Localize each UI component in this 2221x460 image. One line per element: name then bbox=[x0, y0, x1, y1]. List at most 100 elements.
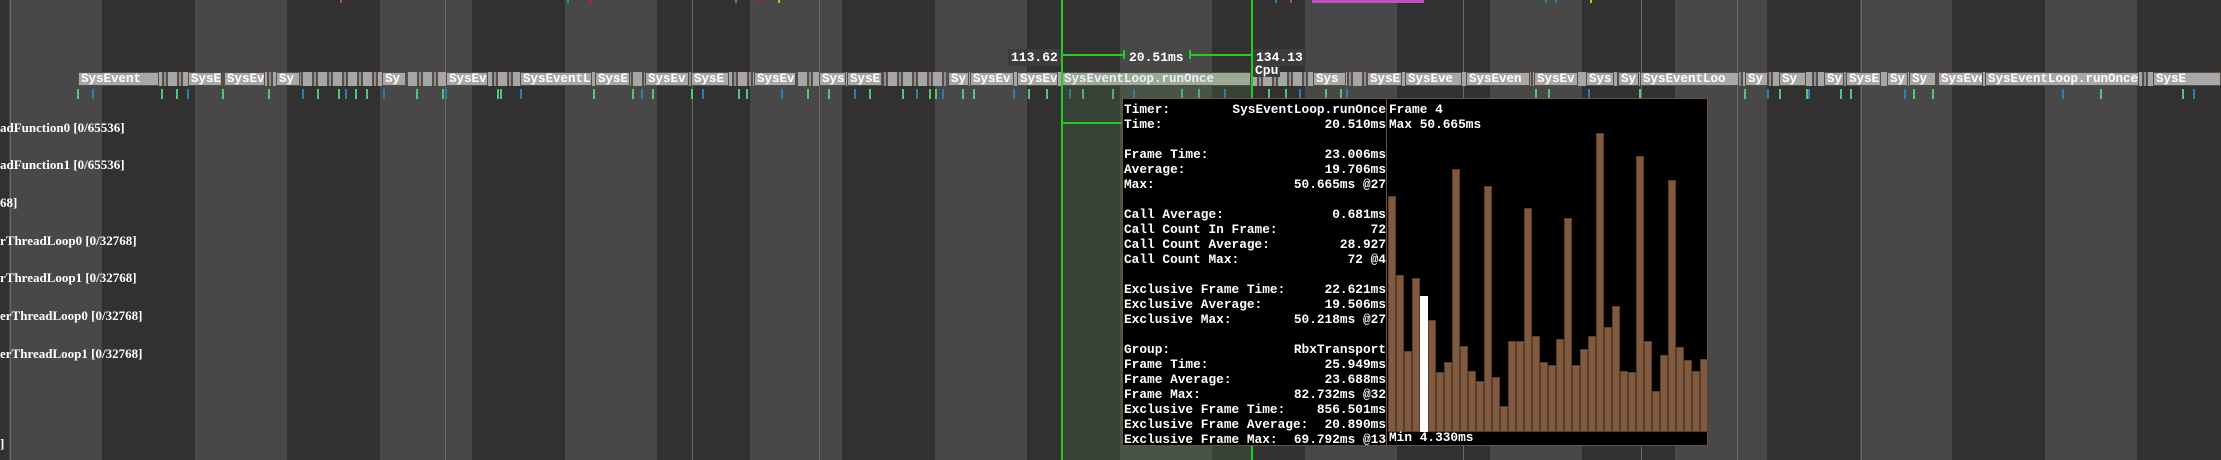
timeline-tick bbox=[828, 89, 830, 99]
tooltip-row: Frame Average: 23.688ms bbox=[1123, 372, 1386, 387]
timeline-block[interactable]: Sy bbox=[1618, 72, 1639, 86]
top-marker bbox=[1545, 0, 1547, 3]
timeline-block[interactable]: SysE bbox=[1367, 72, 1402, 86]
timeline-tick bbox=[345, 89, 347, 99]
tooltip-row: Call Average: 0.681ms bbox=[1123, 207, 1386, 222]
timeline-tick bbox=[176, 89, 178, 99]
tooltip-row: Exclusive Max: 50.218ms @27 bbox=[1123, 312, 1386, 327]
histogram-bar bbox=[1500, 406, 1508, 432]
timeline-block[interactable]: Sys bbox=[819, 72, 846, 86]
timeline-block[interactable]: SysEventLoop.runOnce bbox=[1985, 72, 2139, 86]
histogram-bar bbox=[1516, 341, 1524, 432]
histogram-bar bbox=[1524, 207, 1532, 432]
histogram-bar bbox=[1428, 320, 1436, 432]
timeline-block[interactable]: SysEve bbox=[1405, 72, 1462, 86]
timeline-block[interactable]: Sy bbox=[1824, 72, 1844, 86]
thread-label: ] bbox=[0, 436, 5, 451]
tooltip-row: Exclusive Frame Time: 856.501ms bbox=[1123, 402, 1386, 417]
timeline-tick bbox=[1046, 89, 1048, 99]
histogram-bar bbox=[1452, 168, 1460, 432]
timeline-block[interactable]: SysEventLoo bbox=[1640, 72, 1739, 86]
timeline-block[interactable]: Sy bbox=[948, 72, 969, 86]
timeline-block[interactable]: Sy bbox=[1887, 72, 1908, 86]
timeline-tick bbox=[2182, 89, 2184, 99]
histogram-bar bbox=[1636, 156, 1644, 432]
timeline-block[interactable]: Sy bbox=[276, 72, 300, 86]
selection-start-line[interactable] bbox=[1061, 0, 1063, 460]
timeline-block[interactable]: SysEv bbox=[446, 72, 488, 86]
tooltip-row: Frame Max: 82.732ms @32 bbox=[1123, 387, 1386, 402]
timeline-tick bbox=[1744, 89, 1746, 99]
selection-start-label: 113.62 bbox=[1008, 49, 1061, 66]
timeline-block[interactable]: SysEv bbox=[754, 72, 796, 86]
frame-separator-line bbox=[819, 0, 820, 460]
timeline-block[interactable]: SysEventL bbox=[520, 72, 592, 86]
timeline-block[interactable]: SysE bbox=[1846, 72, 1881, 86]
timeline-tick bbox=[268, 89, 270, 99]
timeline-block[interactable]: Sy bbox=[382, 72, 406, 86]
timeline-block[interactable]: SysEve bbox=[1938, 72, 1983, 86]
timeline-block[interactable]: SysEv bbox=[645, 72, 689, 86]
timeline-tick bbox=[854, 89, 856, 99]
tooltip-row-value: 72 @4 bbox=[1347, 252, 1386, 267]
thread-label: adFunction1 [0/65536] bbox=[0, 157, 125, 172]
tooltip-row bbox=[1123, 267, 1386, 282]
tooltip-row-value: 23.006ms bbox=[1324, 147, 1386, 162]
timeline-block[interactable]: SysEv bbox=[1017, 72, 1058, 86]
tooltip-row-label: Average: bbox=[1124, 162, 1186, 177]
tooltip-row-value: 22.621ms bbox=[1324, 282, 1386, 297]
tooltip-row: Time: 20.510ms bbox=[1123, 117, 1386, 132]
tooltip-row-label: Exclusive Frame Average: bbox=[1124, 417, 1309, 432]
timeline-tick bbox=[416, 89, 418, 99]
histogram-bar bbox=[1540, 361, 1548, 432]
timeline-tick bbox=[222, 89, 224, 99]
timeline-block[interactable]: SysEven bbox=[1466, 72, 1530, 86]
timeline-block[interactable]: Sy bbox=[1909, 72, 1936, 86]
frame-separator-line bbox=[445, 0, 446, 460]
timeline-tick bbox=[161, 89, 163, 99]
timeline-block[interactable]: SysE bbox=[2153, 72, 2221, 86]
tooltip-row-label: Exclusive Frame Time: bbox=[1124, 402, 1286, 417]
selection-duration-label: 20.51ms bbox=[1129, 50, 1184, 65]
timeline-tick bbox=[1779, 89, 1781, 99]
timeline-block[interactable]: SysE bbox=[595, 72, 630, 86]
timeline-tick bbox=[652, 89, 654, 99]
tooltip-row-value: 50.665ms @27 bbox=[1293, 177, 1386, 192]
tooltip-row-label: Exclusive Max: bbox=[1124, 312, 1232, 327]
top-marker bbox=[1590, 0, 1592, 3]
timeline-tick bbox=[929, 89, 931, 99]
timeline-block[interactable]: SysE bbox=[188, 72, 222, 86]
top-marker bbox=[1290, 0, 1292, 3]
top-marker bbox=[1275, 0, 1277, 3]
timeline-block[interactable]: SysE bbox=[847, 72, 882, 86]
timeline-block[interactable]: SysEv bbox=[970, 72, 1014, 86]
tooltip-row-value: 25.949ms bbox=[1324, 357, 1386, 372]
timeline-block[interactable]: Sys bbox=[1586, 72, 1614, 86]
timer-tooltip: Timer: SysEventLoop.runOnce Time: 20.510ms F… bbox=[1122, 98, 1708, 447]
histogram-bar bbox=[1444, 362, 1452, 432]
timeline-tick bbox=[641, 89, 643, 99]
tooltip-row-label: Exclusive Frame Time: bbox=[1124, 282, 1286, 297]
timeline-block[interactable]: SysEventLoop.runOnce bbox=[1061, 72, 1251, 86]
timeline-tick bbox=[77, 89, 79, 99]
top-marker bbox=[778, 0, 780, 3]
timeline-block[interactable]: SysEv bbox=[1534, 72, 1578, 86]
timeline-block[interactable]: SysEv bbox=[224, 72, 265, 86]
tooltip-stats: Timer: SysEventLoop.runOnce Time: 20.510ms F… bbox=[1123, 99, 1387, 447]
timeline-tick bbox=[92, 89, 94, 99]
timeline-block[interactable]: SysEvent bbox=[78, 72, 159, 86]
tooltip-row-value: 856.501ms bbox=[1316, 402, 1386, 417]
timeline-block[interactable]: Sy bbox=[1779, 72, 1806, 86]
tooltip-row: Exclusive Average: 19.506ms bbox=[1123, 297, 1386, 312]
histogram-bar bbox=[1612, 306, 1620, 432]
timeline-block[interactable]: Sy bbox=[1745, 72, 1768, 86]
tooltip-row-value: 82.732ms @32 bbox=[1293, 387, 1386, 402]
timeline-tick bbox=[1840, 89, 1842, 99]
histogram-bar bbox=[1660, 354, 1668, 432]
timeline-tick bbox=[691, 89, 693, 99]
timeline-block[interactable]: SysE bbox=[691, 72, 729, 86]
tooltip-row-label: Frame Max: bbox=[1124, 387, 1201, 402]
tooltip-row-value: SysEventLoop.runOnce bbox=[1232, 102, 1386, 117]
timeline-block[interactable]: Sys bbox=[1313, 72, 1346, 86]
timeline-tick bbox=[1767, 89, 1769, 99]
